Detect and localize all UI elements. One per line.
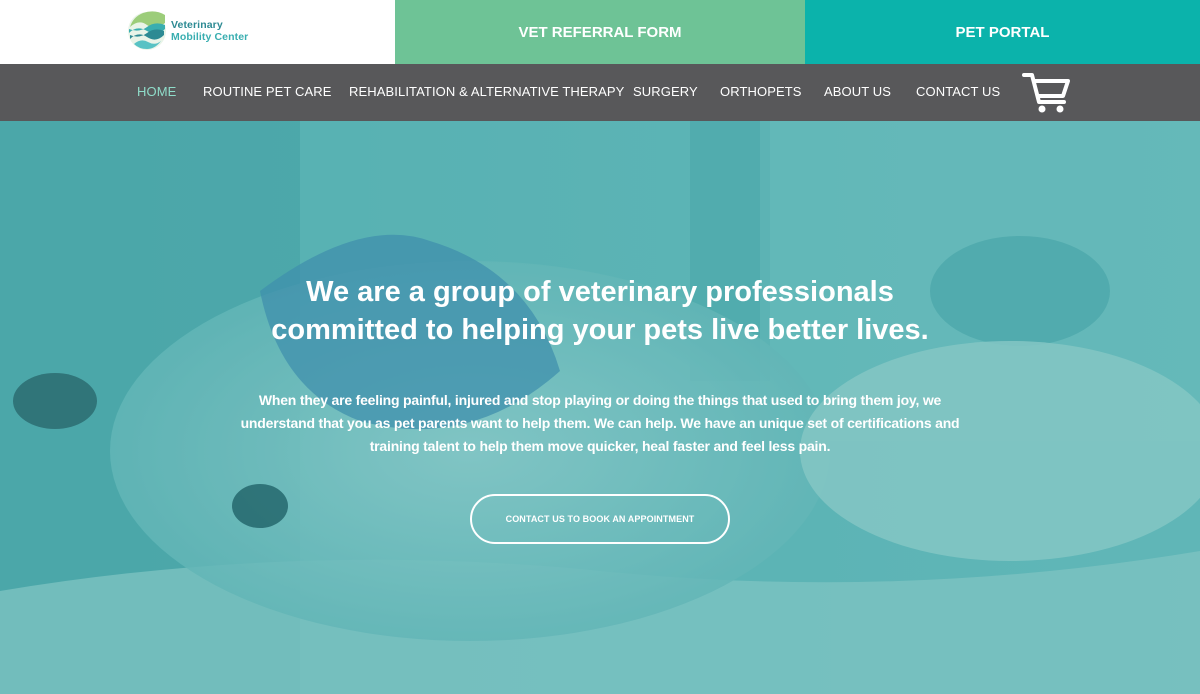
vet-referral-form-button[interactable]: VET REFERRAL FORM bbox=[395, 0, 805, 64]
logo-mark-icon bbox=[128, 11, 166, 50]
nav-item-rehabilitation[interactable]: REHABILITATION & ALTERNATIVE THERAPY bbox=[349, 84, 624, 99]
hero-description-line-1: When they are feeling painful, injured a… bbox=[258, 392, 942, 408]
hero-content: We are a group of veterinary professiona… bbox=[0, 121, 1200, 694]
pet-portal-button[interactable]: PET PORTAL bbox=[805, 0, 1200, 64]
hero-headline: We are a group of veterinary professiona… bbox=[200, 273, 1000, 349]
nav-item-about-us[interactable]: ABOUT US bbox=[824, 84, 891, 99]
hero-headline-line-1: We are a group of veterinary professiona… bbox=[306, 276, 894, 308]
hero-section: We are a group of veterinary professiona… bbox=[0, 121, 1200, 694]
main-nav: HOME ROUTINE PET CARE REHABILITATION & A… bbox=[0, 64, 1200, 121]
nav-item-routine-pet-care[interactable]: ROUTINE PET CARE bbox=[203, 84, 332, 99]
nav-item-orthopets[interactable]: ORTHOPETS bbox=[720, 84, 802, 99]
nav-item-contact-us[interactable]: CONTACT US bbox=[916, 84, 1000, 99]
hero-description-line-2: understand that you as pet parents want … bbox=[240, 415, 960, 431]
nav-item-home[interactable]: HOME bbox=[137, 84, 176, 99]
shopping-cart-icon[interactable] bbox=[1022, 69, 1072, 115]
hero-description: When they are feeling painful, injured a… bbox=[228, 389, 972, 458]
logo-link[interactable]: Veterinary Mobility Center bbox=[127, 11, 248, 51]
logo-line-2: Mobility Center bbox=[171, 31, 249, 43]
hero-headline-line-2: committed to helping your pets live bett… bbox=[271, 314, 929, 346]
nav-item-surgery[interactable]: SURGERY bbox=[633, 84, 698, 99]
logo-line-1: Veterinary bbox=[171, 19, 223, 31]
logo-cell: Veterinary Mobility Center bbox=[0, 0, 395, 64]
hero-description-line-3: training talent to help them move quicke… bbox=[369, 438, 831, 454]
book-appointment-button[interactable]: CONTACT US TO BOOK AN APPOINTMENT bbox=[470, 494, 730, 544]
top-bar: Veterinary Mobility Center VET REFERRAL … bbox=[0, 0, 1200, 64]
logo-text: Veterinary Mobility Center bbox=[171, 19, 248, 43]
